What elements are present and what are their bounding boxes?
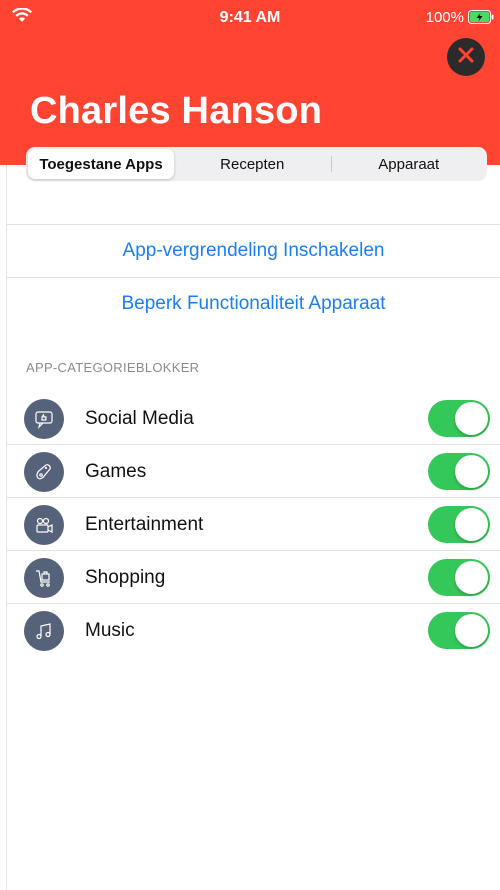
segmented-control: Toegestane Apps Recepten Apparaat <box>26 147 487 181</box>
header: 9:41 AM 100% Charles Hanson <box>0 0 500 165</box>
category-label: Social Media <box>85 407 194 429</box>
tab-recepten[interactable]: Recepten <box>174 149 331 179</box>
music-note-icon <box>24 610 64 651</box>
close-button[interactable] <box>447 38 485 76</box>
list-item: Music <box>7 604 500 657</box>
games-toggle[interactable] <box>428 453 490 490</box>
enable-app-lock-button[interactable]: App-vergrendeling Inschakelen <box>7 224 500 277</box>
shopping-toggle[interactable] <box>428 559 490 596</box>
tab-apparaat[interactable]: Apparaat <box>330 149 488 179</box>
category-label: Music <box>85 619 135 641</box>
category-list: Social Media Games Entertainment Shoppin… <box>7 392 500 657</box>
social-media-toggle[interactable] <box>428 400 490 437</box>
screen: 9:41 AM 100% Charles Hanson Toegestane A… <box>0 0 500 890</box>
list-item: Games <box>7 445 500 498</box>
restrict-device-button[interactable]: Beperk Functionaliteit Apparaat <box>7 277 500 330</box>
tab-toegestane-apps[interactable]: Toegestane Apps <box>28 149 174 179</box>
category-label: Games <box>85 460 147 482</box>
shopping-cart-icon <box>24 557 64 598</box>
category-label: Entertainment <box>85 513 204 535</box>
battery-charging-icon <box>468 10 494 24</box>
gamepad-icon <box>24 451 64 492</box>
page-title: Charles Hanson <box>30 90 323 132</box>
video-camera-icon <box>24 504 64 545</box>
list-item: Entertainment <box>7 498 500 551</box>
list-item: Shopping <box>7 551 500 604</box>
chat-bubble-icon <box>24 398 64 439</box>
close-icon <box>458 47 474 68</box>
category-label: Shopping <box>85 566 166 588</box>
status-bar: 9:41 AM 100% <box>0 0 500 36</box>
entertainment-toggle[interactable] <box>428 506 490 543</box>
section-header: APP-CATEGORIEBLOKKER <box>26 360 200 375</box>
list-item: Social Media <box>7 392 500 445</box>
music-toggle[interactable] <box>428 612 490 649</box>
battery-percentage: 100% <box>425 9 464 26</box>
